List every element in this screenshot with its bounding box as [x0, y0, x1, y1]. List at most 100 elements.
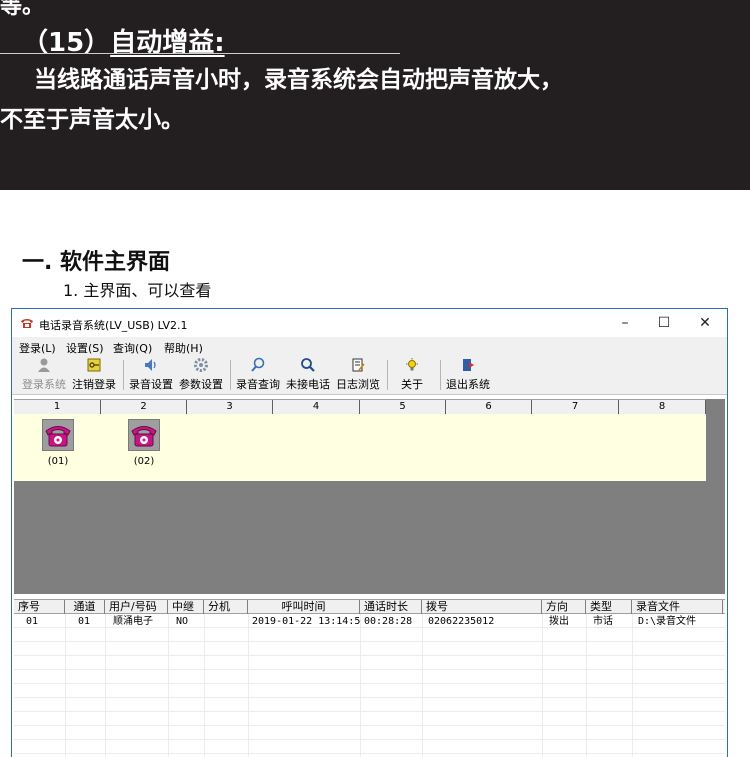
empty-row [14, 685, 725, 698]
exit-label: 退出系统 [446, 378, 490, 391]
feature-banner: 等。 （15）自动增益: 当线路通话声音小时，录音系统会自动把声音放大， 不至于… [0, 0, 750, 190]
gear-icon [194, 358, 208, 372]
feature-description: 当线路通话声音小时，录音系统会自动把声音放大， 不至于声音太小。 [0, 60, 750, 140]
login-button[interactable]: 登录系统 [20, 357, 68, 393]
exit-icon [463, 359, 474, 371]
cell-user: 顺涌电子 [113, 616, 153, 627]
record-query-label: 录音查询 [236, 378, 280, 391]
channel-panel: (01) (02) [14, 414, 706, 481]
cell-direction: 拨出 [549, 616, 569, 627]
toolbar-separator [123, 360, 124, 390]
col-direction[interactable]: 方向 [542, 600, 586, 614]
title-underline [0, 53, 400, 54]
channel-phone-01[interactable]: (01) [38, 419, 78, 467]
cell-serial: 01 [26, 616, 39, 627]
col-dialed[interactable]: 拨号 [422, 600, 542, 614]
empty-row [14, 629, 725, 642]
channel-col-8[interactable]: 8 [619, 400, 706, 415]
cell-dialed: 02062235012 [428, 616, 495, 627]
channel-col-3[interactable]: 3 [187, 400, 273, 415]
menu-bar: 登录(L) 设置(S) 查询(Q) 帮助(H) [12, 337, 727, 355]
minimize-button[interactable]: – [610, 313, 640, 333]
channel-col-5[interactable]: 5 [360, 400, 446, 415]
cell-extension [208, 615, 248, 628]
col-extension[interactable]: 分机 [204, 600, 248, 614]
col-serial[interactable]: 序号 [14, 600, 65, 614]
speaker-icon [145, 359, 156, 371]
user-icon [38, 358, 50, 372]
empty-row [14, 671, 725, 684]
channel-col-2[interactable]: 2 [101, 400, 187, 415]
logout-label: 注销登录 [72, 378, 116, 391]
empty-row [14, 741, 725, 754]
log-icon [352, 358, 365, 372]
maximize-button[interactable]: ☐ [649, 313, 679, 333]
records-header: 序号 通道 用户/号码 中继 分机 呼叫时间 通话时长 拨号 方向 类型 录音文… [14, 599, 725, 614]
channel-col-6[interactable]: 6 [446, 400, 532, 415]
col-record-file[interactable]: 录音文件 [632, 600, 723, 614]
records-table: 序号 通道 用户/号码 中继 分机 呼叫时间 通话时长 拨号 方向 类型 录音文… [14, 599, 725, 757]
channel-col-7[interactable]: 7 [532, 400, 619, 415]
section-subtitle: 1. 主界面、可以查看 [63, 281, 212, 300]
toolbar-separator [387, 360, 388, 390]
empty-row [14, 699, 725, 712]
col-channel[interactable]: 通道 [65, 600, 105, 614]
toolbar-separator [440, 360, 441, 390]
phone-tile [42, 419, 74, 451]
col-type[interactable]: 类型 [586, 600, 632, 614]
channel-phone-02[interactable]: (02) [124, 419, 164, 467]
app-window: 电话录音系统(LV_USB) LV2.1 – ☐ ✕ 登录(L) 设置(S) 查… [11, 308, 728, 757]
magnifier-icon [301, 358, 315, 372]
param-settings-label: 参数设置 [179, 378, 223, 391]
phone-label: (02) [133, 456, 155, 467]
channel-col-1[interactable]: 1 [14, 400, 101, 415]
menu-help[interactable]: 帮助(H) [164, 340, 203, 356]
logout-button[interactable]: 注销登录 [70, 357, 118, 393]
section-title: 一. 软件主界面 [22, 250, 171, 275]
key-icon [87, 358, 101, 372]
phone-tile [128, 419, 160, 451]
about-button[interactable]: 关于 [397, 357, 427, 393]
menu-query[interactable]: 查询(Q) [113, 340, 152, 356]
col-call-time[interactable]: 呼叫时间 [248, 600, 360, 614]
phone-label: (01) [47, 456, 69, 467]
menu-settings[interactable]: 设置(S) [66, 340, 104, 356]
channel-area: 1 2 3 4 5 6 7 8 (01) (02) [14, 399, 725, 594]
col-trunk[interactable]: 中继 [168, 600, 204, 614]
channel-col-4[interactable]: 4 [273, 400, 360, 415]
close-button[interactable]: ✕ [690, 313, 720, 333]
menu-login[interactable]: 登录(L) [19, 340, 56, 356]
record-query-button[interactable]: 录音查询 [234, 357, 282, 393]
param-settings-button[interactable]: 参数设置 [177, 357, 225, 393]
cell-duration: 00:28:28 [364, 616, 413, 627]
cell-type: 市话 [593, 616, 613, 627]
phone-icon [45, 426, 71, 447]
bulb-icon [406, 358, 418, 371]
missed-calls-button[interactable]: 未接电话 [284, 357, 332, 393]
log-browse-button[interactable]: 日志浏览 [334, 357, 382, 393]
empty-row [14, 727, 725, 740]
feature-desc-line-2: 不至于声音太小。 [0, 107, 184, 133]
feature-desc-line-1: 当线路通话声音小时，录音系统会自动把声音放大， [34, 67, 563, 93]
cell-call-time: 2019-01-22 13:14:52 [252, 616, 360, 627]
empty-row [14, 713, 725, 726]
phone-icon [131, 426, 157, 447]
cell-channel: 01 [78, 616, 91, 627]
empty-row [14, 657, 725, 670]
record-settings-label: 录音设置 [129, 378, 173, 391]
col-user[interactable]: 用户/号码 [105, 600, 168, 614]
exit-button[interactable]: 退出系统 [444, 357, 492, 393]
channel-header: 1 2 3 4 5 6 7 8 [14, 399, 706, 415]
cell-trunk: NO [176, 616, 189, 627]
record-settings-button[interactable]: 录音设置 [127, 357, 175, 393]
title-bar[interactable]: 电话录音系统(LV_USB) LV2.1 – ☐ ✕ [12, 309, 727, 337]
col-duration[interactable]: 通话时长 [360, 600, 422, 614]
telephone-icon [21, 319, 33, 328]
log-browse-label: 日志浏览 [336, 378, 380, 391]
about-label: 关于 [401, 378, 423, 391]
window-title: 电话录音系统(LV_USB) LV2.1 [39, 319, 188, 332]
login-label: 登录系统 [22, 378, 66, 391]
table-row[interactable]: 01 01 顺涌电子 NO 2019-01-22 13:14:52 00:28:… [14, 615, 725, 628]
cell-record-file: D:\录音文件 [638, 616, 697, 627]
toolbar-separator [230, 360, 231, 390]
